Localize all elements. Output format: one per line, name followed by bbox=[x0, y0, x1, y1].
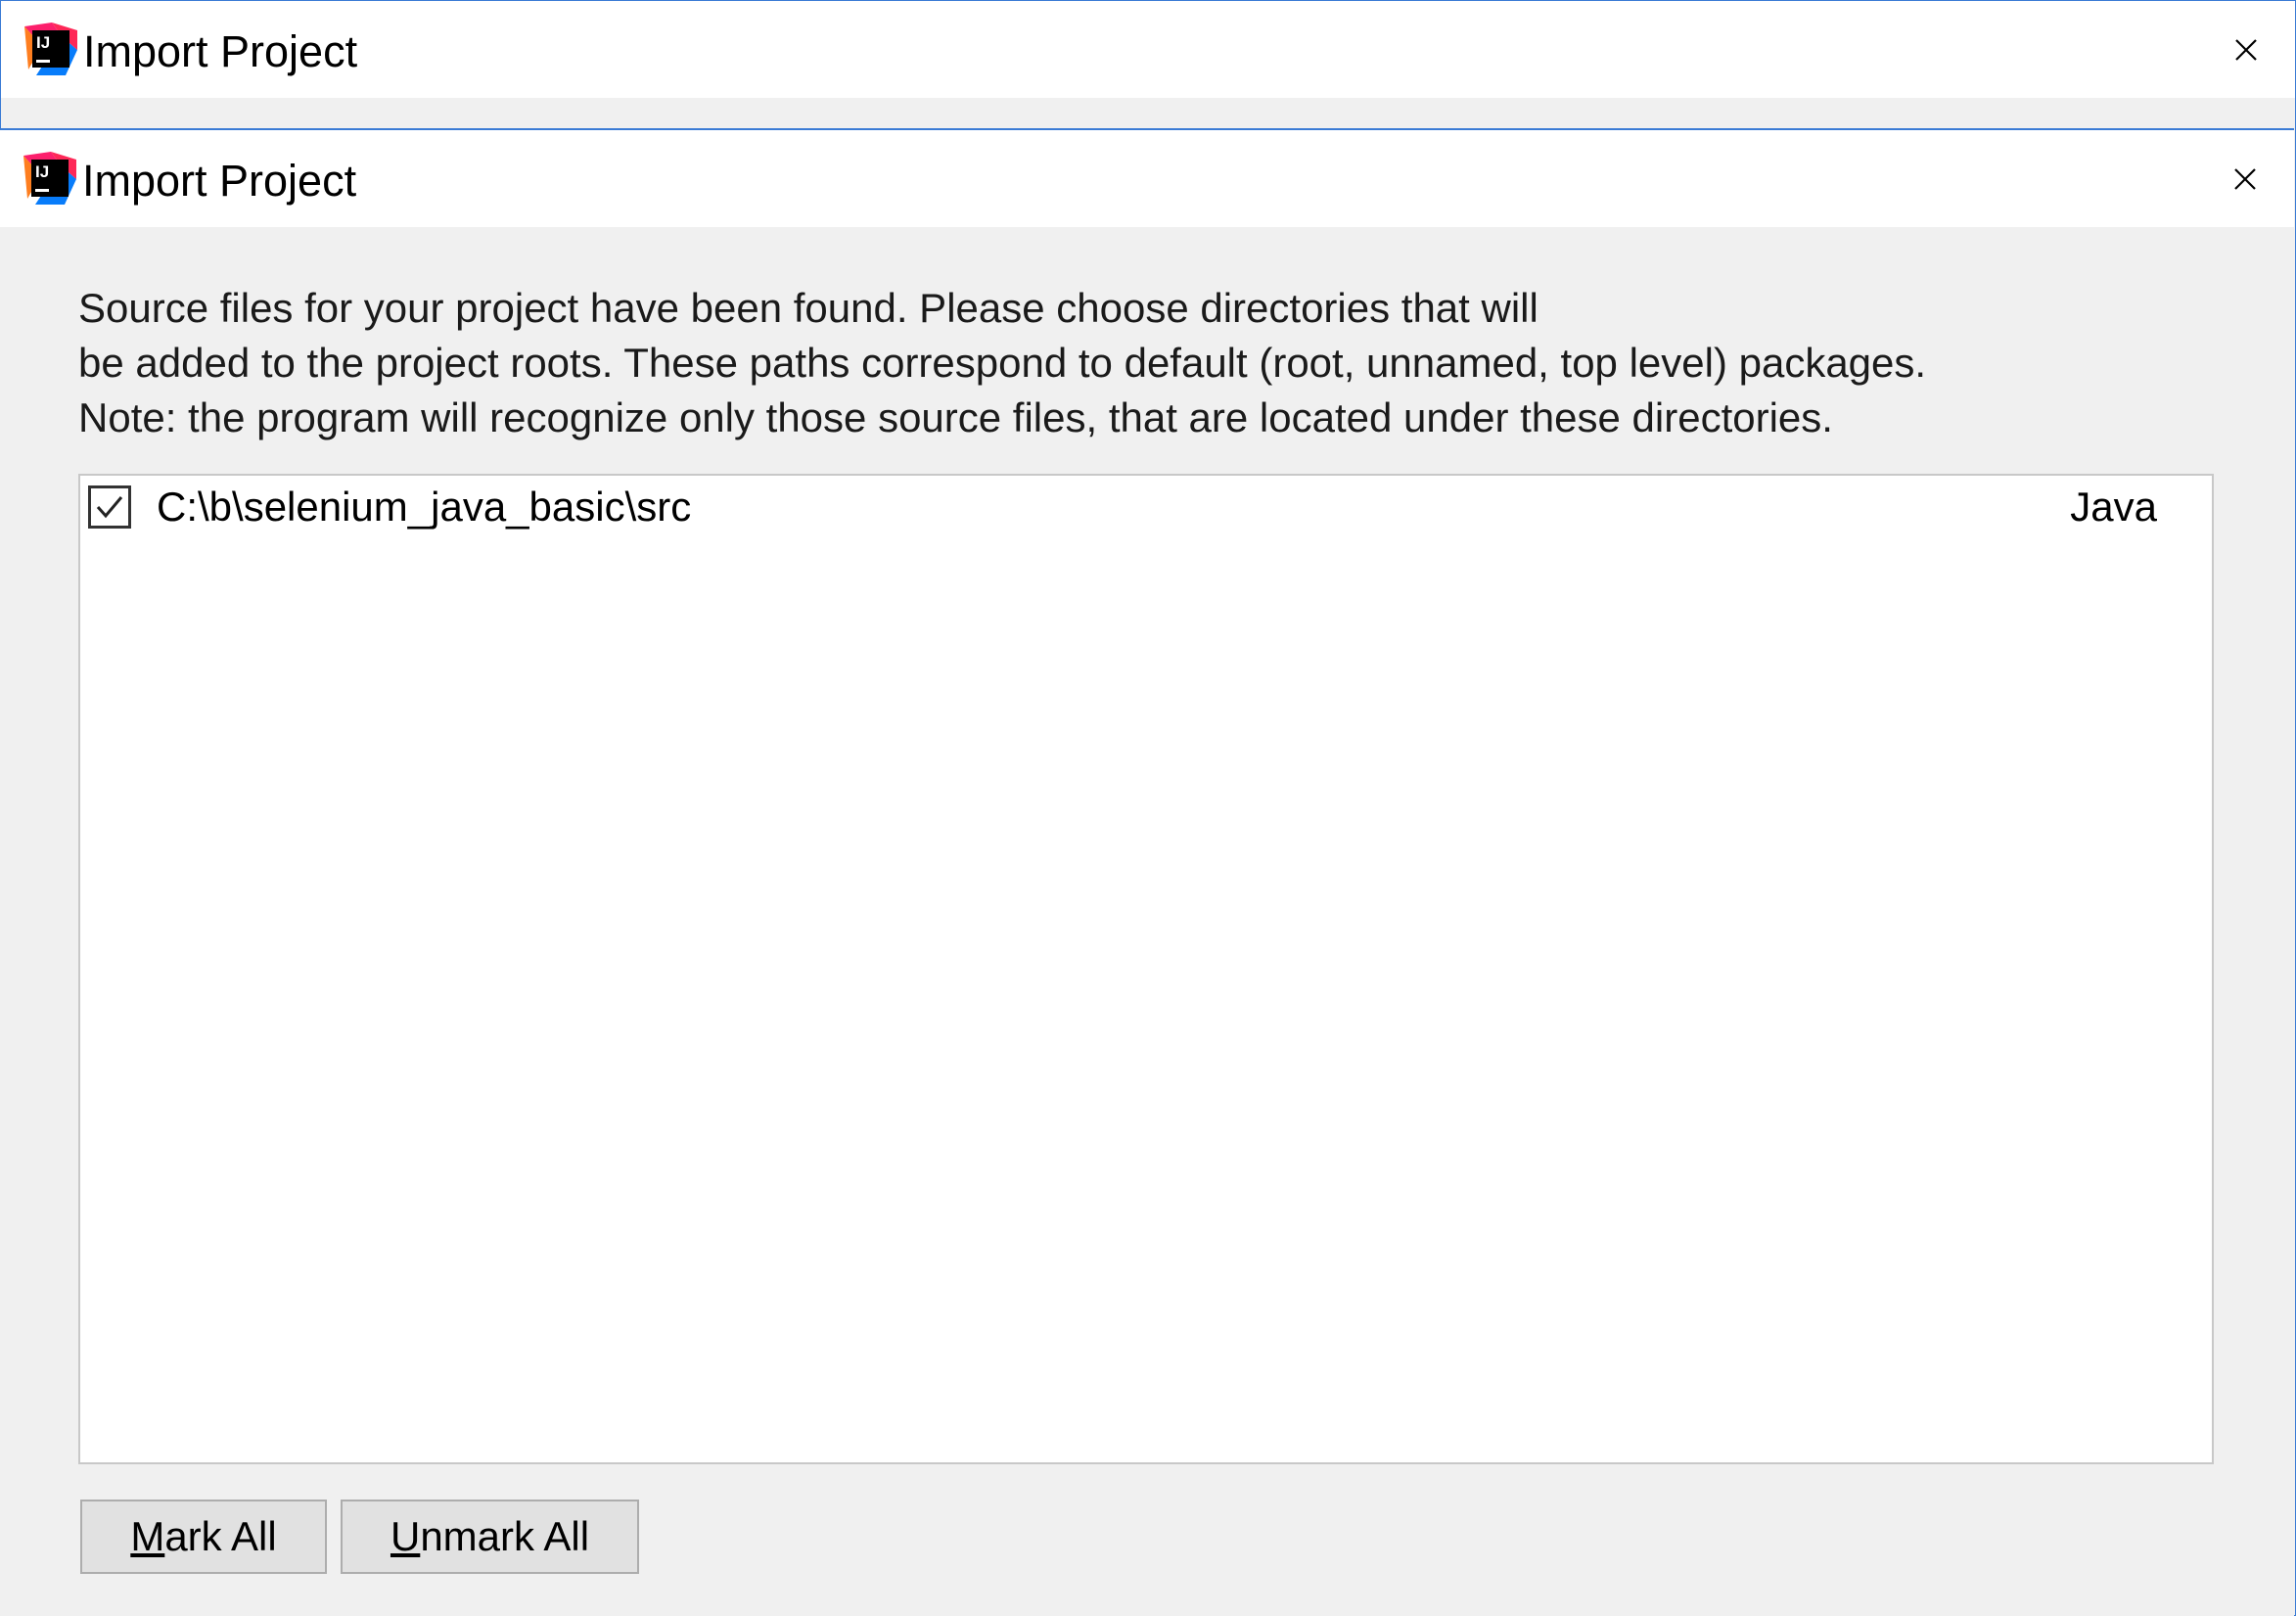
root-type: Java bbox=[2070, 484, 2157, 530]
unmark-all-button[interactable]: Unmark All bbox=[341, 1500, 639, 1574]
checkmark-icon bbox=[96, 496, 123, 519]
mark-all-mnemonic: M bbox=[130, 1513, 165, 1559]
root-checkbox[interactable] bbox=[88, 485, 131, 529]
intellij-idea-icon: IJ bbox=[23, 152, 76, 205]
dialog-description: Source files for your project have been … bbox=[78, 281, 2231, 445]
unmark-all-label: nmark All bbox=[420, 1513, 590, 1559]
outer-window-body bbox=[1, 98, 2295, 129]
outer-window-title: Import Project bbox=[83, 26, 358, 76]
svg-text:IJ: IJ bbox=[36, 33, 50, 52]
dialog-close-button[interactable] bbox=[2196, 130, 2294, 227]
unmark-all-mnemonic: U bbox=[390, 1513, 421, 1559]
dialog-title: Import Project bbox=[82, 156, 357, 206]
description-line: be added to the project roots. These pat… bbox=[78, 340, 1927, 386]
source-roots-list[interactable]: C:\b\selenium_java_basic\src Java bbox=[78, 474, 2214, 1464]
intellij-idea-icon: IJ bbox=[24, 23, 77, 75]
root-path: C:\b\selenium_java_basic\src bbox=[157, 484, 692, 530]
description-line: Source files for your project have been … bbox=[78, 285, 1538, 331]
svg-text:IJ: IJ bbox=[35, 162, 49, 181]
close-icon bbox=[2235, 38, 2257, 61]
outer-titlebar[interactable]: IJ Import Project bbox=[1, 1, 2295, 98]
dialog-titlebar[interactable]: IJ Import Project bbox=[0, 130, 2294, 227]
list-item[interactable]: C:\b\selenium_java_basic\src Java bbox=[80, 476, 2212, 540]
mark-all-button[interactable]: Mark All bbox=[80, 1500, 327, 1574]
description-line: Note: the program will recognize only th… bbox=[78, 394, 1833, 440]
close-icon bbox=[2234, 167, 2256, 190]
mark-all-label: ark All bbox=[164, 1513, 277, 1559]
outer-close-button[interactable] bbox=[2197, 1, 2295, 98]
